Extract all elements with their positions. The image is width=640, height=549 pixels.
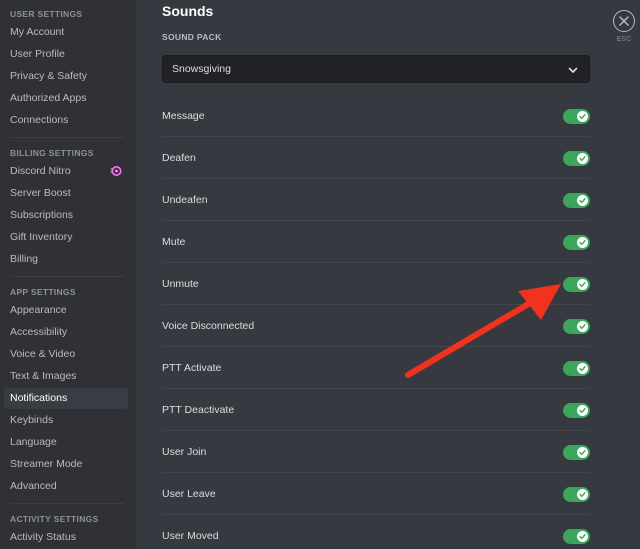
check-icon [579, 533, 586, 540]
toggle-knob [577, 195, 588, 206]
sound-row: PTT Activate [162, 347, 590, 389]
close-button[interactable] [613, 10, 635, 32]
sidebar-item-language[interactable]: Language [4, 432, 128, 453]
toggle-knob [577, 447, 588, 458]
sound-toggle[interactable] [563, 319, 590, 334]
sound-row: Undeafen [162, 179, 590, 221]
sound-row: User Leave [162, 473, 590, 515]
sound-label: PTT Activate [162, 362, 222, 374]
sound-row: PTT Deactivate [162, 389, 590, 431]
sound-label: Message [162, 110, 205, 122]
sidebar-item-activity-status[interactable]: Activity Status [4, 527, 128, 548]
check-icon [579, 281, 586, 288]
sound-label: Deafen [162, 152, 196, 164]
sidebar-item-privacy-safety[interactable]: Privacy & Safety [4, 66, 128, 87]
sound-label: Unmute [162, 278, 199, 290]
sound-toggle[interactable] [563, 445, 590, 460]
sidebar-divider [10, 276, 124, 277]
check-icon [579, 155, 586, 162]
sound-row: Deafen [162, 137, 590, 179]
page-title: Sounds [162, 3, 214, 19]
sidebar-header-billing-settings: BILLING SETTINGS [10, 148, 94, 158]
sidebar-header-user-settings: USER SETTINGS [10, 9, 83, 19]
sound-toggle[interactable] [563, 529, 590, 544]
sound-toggle[interactable] [563, 277, 590, 292]
sidebar-item-server-boost[interactable]: Server Boost [4, 183, 128, 204]
sound-toggle[interactable] [563, 151, 590, 166]
esc-label: ESC [616, 36, 632, 43]
sound-label: User Moved [162, 530, 219, 542]
sound-toggle[interactable] [563, 361, 590, 376]
check-icon [579, 239, 586, 246]
sidebar-divider [10, 137, 124, 138]
sound-row: Message [162, 95, 590, 137]
toggle-knob [577, 279, 588, 290]
sidebar-item-user-profile[interactable]: User Profile [4, 44, 128, 65]
sidebar-item-advanced[interactable]: Advanced [4, 476, 128, 497]
check-icon [579, 197, 586, 204]
sound-label: Mute [162, 236, 186, 248]
toggle-knob [577, 363, 588, 374]
sound-label: User Join [162, 446, 207, 458]
sidebar-item-discord-nitro[interactable]: Discord Nitro [4, 161, 128, 182]
sound-toggle[interactable] [563, 403, 590, 418]
sidebar-item-gift-inventory[interactable]: Gift Inventory [4, 227, 128, 248]
sound-toggle[interactable] [563, 109, 590, 124]
sidebar-item-appearance[interactable]: Appearance [4, 300, 128, 321]
check-icon [579, 113, 586, 120]
sidebar-header-activity-settings: ACTIVITY SETTINGS [10, 514, 99, 524]
sidebar-item-connections[interactable]: Connections [4, 110, 128, 131]
sound-pack-label: SOUND PACK [162, 32, 222, 42]
sidebar-item-billing[interactable]: Billing [4, 249, 128, 270]
sound-row: User Join [162, 431, 590, 473]
sound-label: Undeafen [162, 194, 208, 206]
sound-label: PTT Deactivate [162, 404, 235, 416]
sound-toggle[interactable] [563, 487, 590, 502]
toggle-knob [577, 153, 588, 164]
sidebar-item-text-images[interactable]: Text & Images [4, 366, 128, 387]
sidebar-item-accessibility[interactable]: Accessibility [4, 322, 128, 343]
sound-pack-value: Snowsgiving [172, 63, 231, 75]
sidebar-item-my-account[interactable]: My Account [4, 22, 128, 43]
nitro-icon [110, 166, 122, 176]
sound-toggle[interactable] [563, 193, 590, 208]
sidebar-item-authorized-apps[interactable]: Authorized Apps [4, 88, 128, 109]
toggle-knob [577, 321, 588, 332]
sound-row: Unmute [162, 263, 590, 305]
sidebar-item-notifications[interactable]: Notifications [4, 388, 128, 409]
toggle-knob [577, 405, 588, 416]
sound-row: User Moved [162, 515, 590, 549]
sound-label: User Leave [162, 488, 216, 500]
check-icon [579, 449, 586, 456]
toggle-knob [577, 531, 588, 542]
sound-toggle[interactable] [563, 235, 590, 250]
settings-content: Sounds SOUND PACK Snowsgiving Message Dea… [136, 0, 640, 549]
check-icon [579, 491, 586, 498]
sidebar-item-subscriptions[interactable]: Subscriptions [4, 205, 128, 226]
toggle-knob [577, 489, 588, 500]
sidebar-header-app-settings: APP SETTINGS [10, 287, 76, 297]
check-icon [579, 365, 586, 372]
chevron-down-icon [568, 67, 578, 73]
settings-sidebar: USER SETTINGS My Account User Profile Pr… [0, 0, 136, 549]
close-settings[interactable]: ESC [613, 10, 637, 43]
sidebar-item-voice-video[interactable]: Voice & Video [4, 344, 128, 365]
sound-row: Voice Disconnected [162, 305, 590, 347]
sidebar-item-streamer-mode[interactable]: Streamer Mode [4, 454, 128, 475]
sound-pack-select[interactable]: Snowsgiving [162, 55, 590, 83]
close-icon [619, 16, 629, 26]
check-icon [579, 323, 586, 330]
check-icon [579, 407, 586, 414]
sound-label: Voice Disconnected [162, 320, 255, 332]
sidebar-item-keybinds[interactable]: Keybinds [4, 410, 128, 431]
toggle-knob [577, 237, 588, 248]
toggle-knob [577, 111, 588, 122]
sidebar-item-label: Discord Nitro [10, 165, 71, 177]
sound-row: Mute [162, 221, 590, 263]
sidebar-divider [10, 503, 124, 504]
